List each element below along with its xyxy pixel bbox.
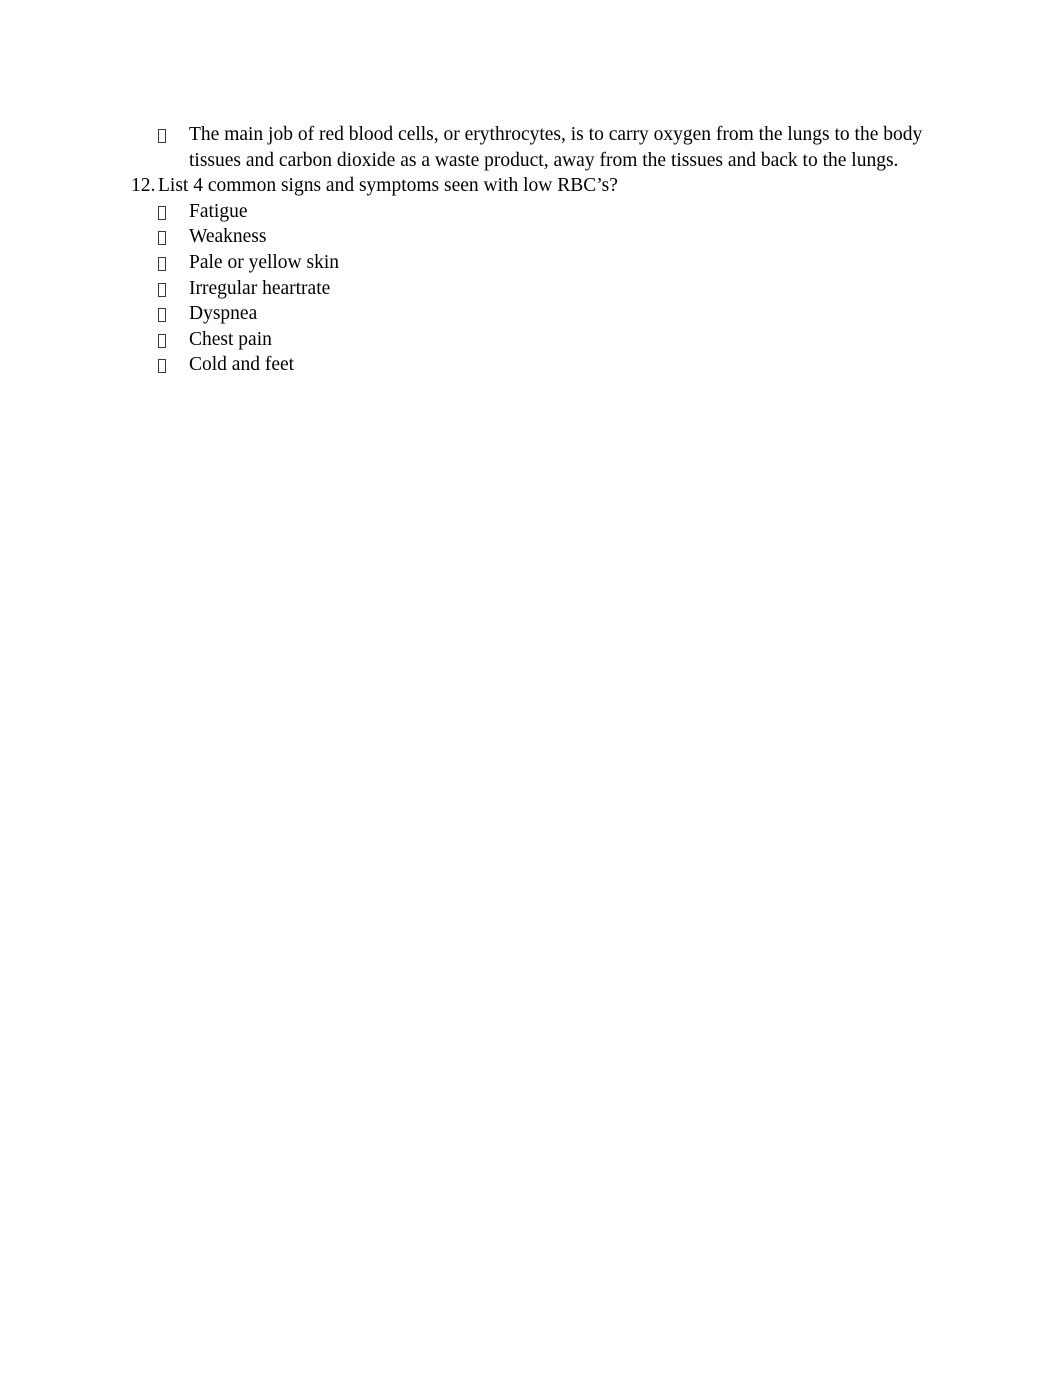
list-item: Irregular heartrate — [131, 276, 943, 302]
bullet-glyph-icon — [158, 301, 189, 327]
symptom-list: Fatigue Weakness Pale or yellow skin Irr… — [131, 199, 943, 378]
bullet-glyph-icon — [158, 224, 189, 250]
bullet-glyph-icon — [158, 352, 189, 378]
bullet-glyph-icon — [158, 327, 189, 353]
list-item-label: Fatigue — [189, 200, 248, 222]
list-item: Chest pain — [131, 327, 943, 353]
list-item-label: Irregular heartrate — [189, 277, 331, 299]
document-content: The main job of red blood cells, or eryt… — [131, 122, 943, 378]
list-item: Fatigue — [131, 199, 943, 225]
bullet-glyph-icon — [158, 250, 189, 276]
list-item-label: Chest pain — [189, 328, 272, 350]
list-item: Weakness — [131, 224, 943, 250]
paragraph-text: The main job of red blood cells, or eryt… — [189, 124, 923, 171]
bullet-glyph-icon — [158, 122, 189, 148]
list-item-label: Dyspnea — [189, 303, 258, 325]
list-item-label: Weakness — [189, 226, 267, 248]
numbered-list-item: 12. List 4 common signs and symptoms see… — [131, 173, 943, 199]
list-item-label: Pale or yellow skin — [189, 251, 340, 273]
list-item-label: Cold and feet — [189, 354, 295, 376]
list-item: Dyspnea — [131, 301, 943, 327]
list-item: Cold and feet — [131, 352, 943, 378]
list-number: 12. — [131, 175, 156, 197]
bullet-glyph-icon — [158, 276, 189, 302]
list-item: Pale or yellow skin — [131, 250, 943, 276]
document-page: The main job of red blood cells, or eryt… — [0, 0, 1062, 1376]
bullet-glyph-icon — [158, 199, 189, 225]
list-item: The main job of red blood cells, or eryt… — [131, 122, 943, 173]
question-text: List 4 common signs and symptoms seen wi… — [158, 175, 618, 197]
